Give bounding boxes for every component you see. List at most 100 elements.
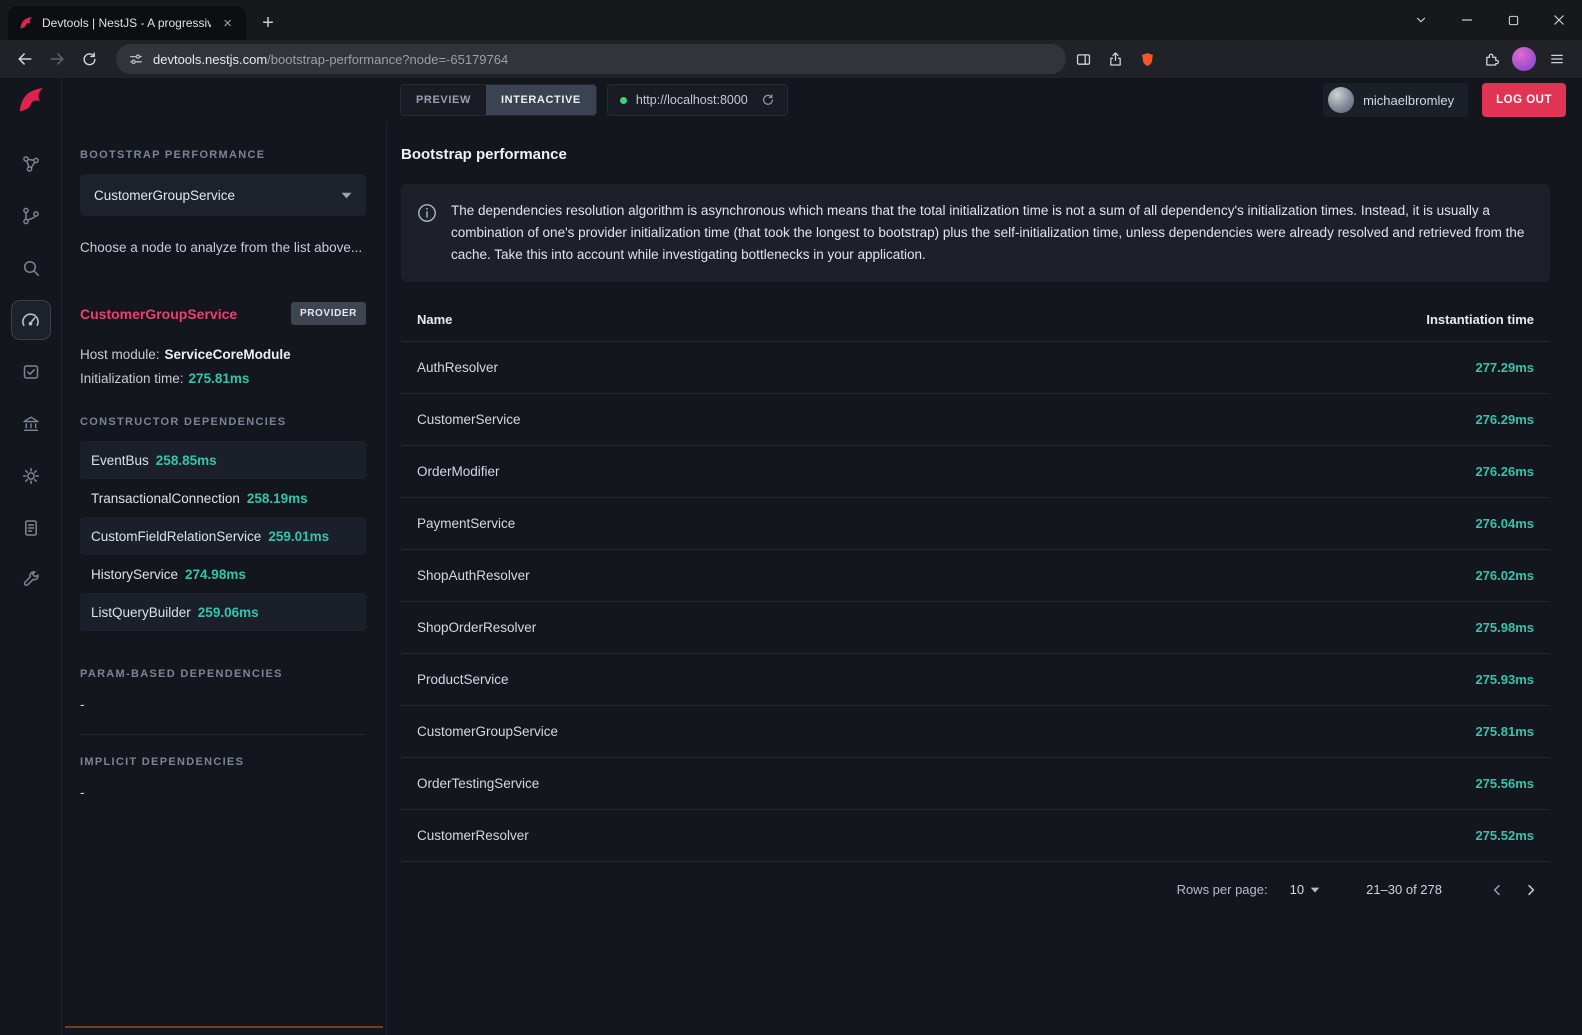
previous-page-button[interactable] (1480, 873, 1514, 907)
next-page-button[interactable] (1514, 873, 1548, 907)
row-time: 275.52ms (1475, 828, 1534, 843)
dependency-item[interactable]: EventBus 258.85ms (80, 441, 366, 479)
sidebar-item-tools[interactable] (11, 560, 51, 600)
page-title: Bootstrap performance (401, 146, 1550, 163)
connection-status-dot (620, 97, 627, 104)
dependency-time: 259.01ms (268, 529, 329, 544)
provider-badge: PROVIDER (291, 302, 366, 325)
table-row[interactable]: CustomerService 276.29ms (401, 394, 1550, 446)
table-row[interactable]: OrderModifier 276.26ms (401, 446, 1550, 498)
init-time-value: 275.81ms (189, 371, 250, 386)
dependency-item[interactable]: ListQueryBuilder 259.06ms (80, 593, 366, 631)
row-time: 276.29ms (1475, 412, 1534, 427)
table-row[interactable]: ShopOrderResolver 275.98ms (401, 602, 1550, 654)
dependency-name: TransactionalConnection (91, 491, 240, 506)
icon-rail (0, 78, 62, 1035)
row-name: OrderTestingService (417, 776, 539, 791)
target-reload-icon[interactable] (761, 93, 775, 107)
sidebar-item-bootstrap-performance[interactable] (11, 300, 51, 340)
row-name: CustomerService (417, 412, 521, 427)
column-header-name: Name (417, 312, 452, 327)
browser-tab[interactable]: Devtools | NestJS - A progressive × (8, 6, 246, 40)
url-text: devtools.nestjs.com/bootstrap-performanc… (153, 52, 508, 67)
sidebar-item-graph[interactable] (11, 144, 51, 184)
node-select[interactable]: CustomerGroupService (80, 174, 366, 216)
implicit-deps-title: IMPLICIT DEPENDENCIES (80, 756, 366, 768)
chevron-down-icon (341, 192, 352, 199)
reader-mode-icon[interactable] (1068, 44, 1098, 74)
mode-toggle: PREVIEW INTERACTIVE (400, 84, 597, 116)
table-row[interactable]: CustomerResolver 275.52ms (401, 810, 1550, 862)
row-time: 276.02ms (1475, 568, 1534, 583)
dependency-time: 274.98ms (185, 567, 246, 582)
column-header-time: Instantiation time (1426, 312, 1534, 327)
main-content: Bootstrap performance The dependencies r… (387, 122, 1582, 1035)
target-url-box[interactable]: http://localhost:8000 (607, 84, 788, 116)
row-name: ProductService (417, 672, 509, 687)
host-module-row: Host module: ServiceCoreModule (80, 347, 366, 362)
nestjs-favicon (18, 15, 34, 31)
table-row[interactable]: PaymentService 276.04ms (401, 498, 1550, 550)
sidebar-item-inspector[interactable] (11, 248, 51, 288)
browser-profile-avatar[interactable] (1512, 47, 1536, 71)
maximize-button[interactable] (1490, 0, 1536, 40)
row-time: 275.93ms (1475, 672, 1534, 687)
table-row[interactable]: OrderTestingService 275.56ms (401, 758, 1550, 810)
user-menu[interactable]: michaelbromley (1323, 83, 1468, 117)
dependency-item[interactable]: HistoryService 274.98ms (80, 555, 366, 593)
rows-per-page-select[interactable]: 10 (1290, 882, 1320, 897)
info-text: The dependencies resolution algorithm is… (451, 200, 1530, 266)
target-url-text: http://localhost:8000 (636, 93, 748, 107)
reload-button[interactable] (74, 44, 104, 74)
chevron-down-icon (1310, 887, 1320, 893)
host-module-label: Host module: (80, 347, 160, 362)
sidebar-item-audit[interactable] (11, 352, 51, 392)
table-body: AuthResolver 277.29ms CustomerService 27… (401, 342, 1550, 862)
sidebar-item-routes[interactable] (11, 196, 51, 236)
new-tab-button[interactable]: + (254, 9, 282, 37)
dependency-name: HistoryService (91, 567, 178, 582)
interactive-mode-button[interactable]: INTERACTIVE (486, 85, 596, 115)
pagination: Rows per page: 10 21–30 of 278 (401, 862, 1550, 918)
dependency-item[interactable]: CustomFieldRelationService 259.01ms (80, 517, 366, 555)
minimize-button[interactable] (1444, 0, 1490, 40)
table-row[interactable]: CustomerGroupService 275.81ms (401, 706, 1550, 758)
sidebar-title: BOOTSTRAP PERFORMANCE (80, 149, 366, 161)
rows-per-page-value: 10 (1290, 882, 1304, 897)
host-module-value: ServiceCoreModule (165, 347, 291, 362)
browser-menu-icon[interactable] (1542, 44, 1572, 74)
logout-button[interactable]: LOG OUT (1482, 83, 1566, 117)
sidebar-item-modules[interactable] (11, 404, 51, 444)
browser-toolbar: devtools.nestjs.com/bootstrap-performanc… (0, 40, 1582, 78)
tab-close-icon[interactable]: × (219, 14, 236, 33)
row-time: 277.29ms (1475, 360, 1534, 375)
table-row[interactable]: ProductService 275.93ms (401, 654, 1550, 706)
constructor-deps-list: EventBus 258.85ms TransactionalConnectio… (80, 441, 366, 631)
rows-per-page-label: Rows per page: (1177, 882, 1268, 897)
back-button[interactable] (10, 44, 40, 74)
address-bar[interactable]: devtools.nestjs.com/bootstrap-performanc… (116, 44, 1066, 74)
param-deps-value: - (80, 696, 366, 712)
tab-title: Devtools | NestJS - A progressive (42, 16, 211, 30)
user-name: michaelbromley (1363, 93, 1454, 108)
table-row[interactable]: ShopAuthResolver 276.02ms (401, 550, 1550, 602)
dependency-item[interactable]: TransactionalConnection 258.19ms (80, 479, 366, 517)
node-hint: Choose a node to analyze from the list a… (80, 237, 366, 258)
table-row[interactable]: AuthResolver 277.29ms (401, 342, 1550, 394)
tab-search-icon[interactable] (1398, 0, 1444, 40)
nestjs-logo[interactable] (0, 78, 61, 122)
site-settings-icon[interactable] (128, 51, 144, 67)
share-icon[interactable] (1100, 44, 1130, 74)
implicit-deps-value: - (80, 784, 366, 800)
row-name: ShopAuthResolver (417, 568, 530, 583)
dependency-name: ListQueryBuilder (91, 605, 191, 620)
brave-shield-icon[interactable] (1132, 44, 1162, 74)
forward-button[interactable] (42, 44, 72, 74)
node-select-value: CustomerGroupService (94, 188, 235, 203)
extensions-icon[interactable] (1476, 44, 1506, 74)
preview-mode-button[interactable]: PREVIEW (401, 85, 486, 115)
sidebar-item-logs[interactable] (11, 508, 51, 548)
sidebar-item-settings[interactable] (11, 456, 51, 496)
init-time-label: Initialization time: (80, 371, 184, 386)
close-button[interactable] (1536, 0, 1582, 40)
